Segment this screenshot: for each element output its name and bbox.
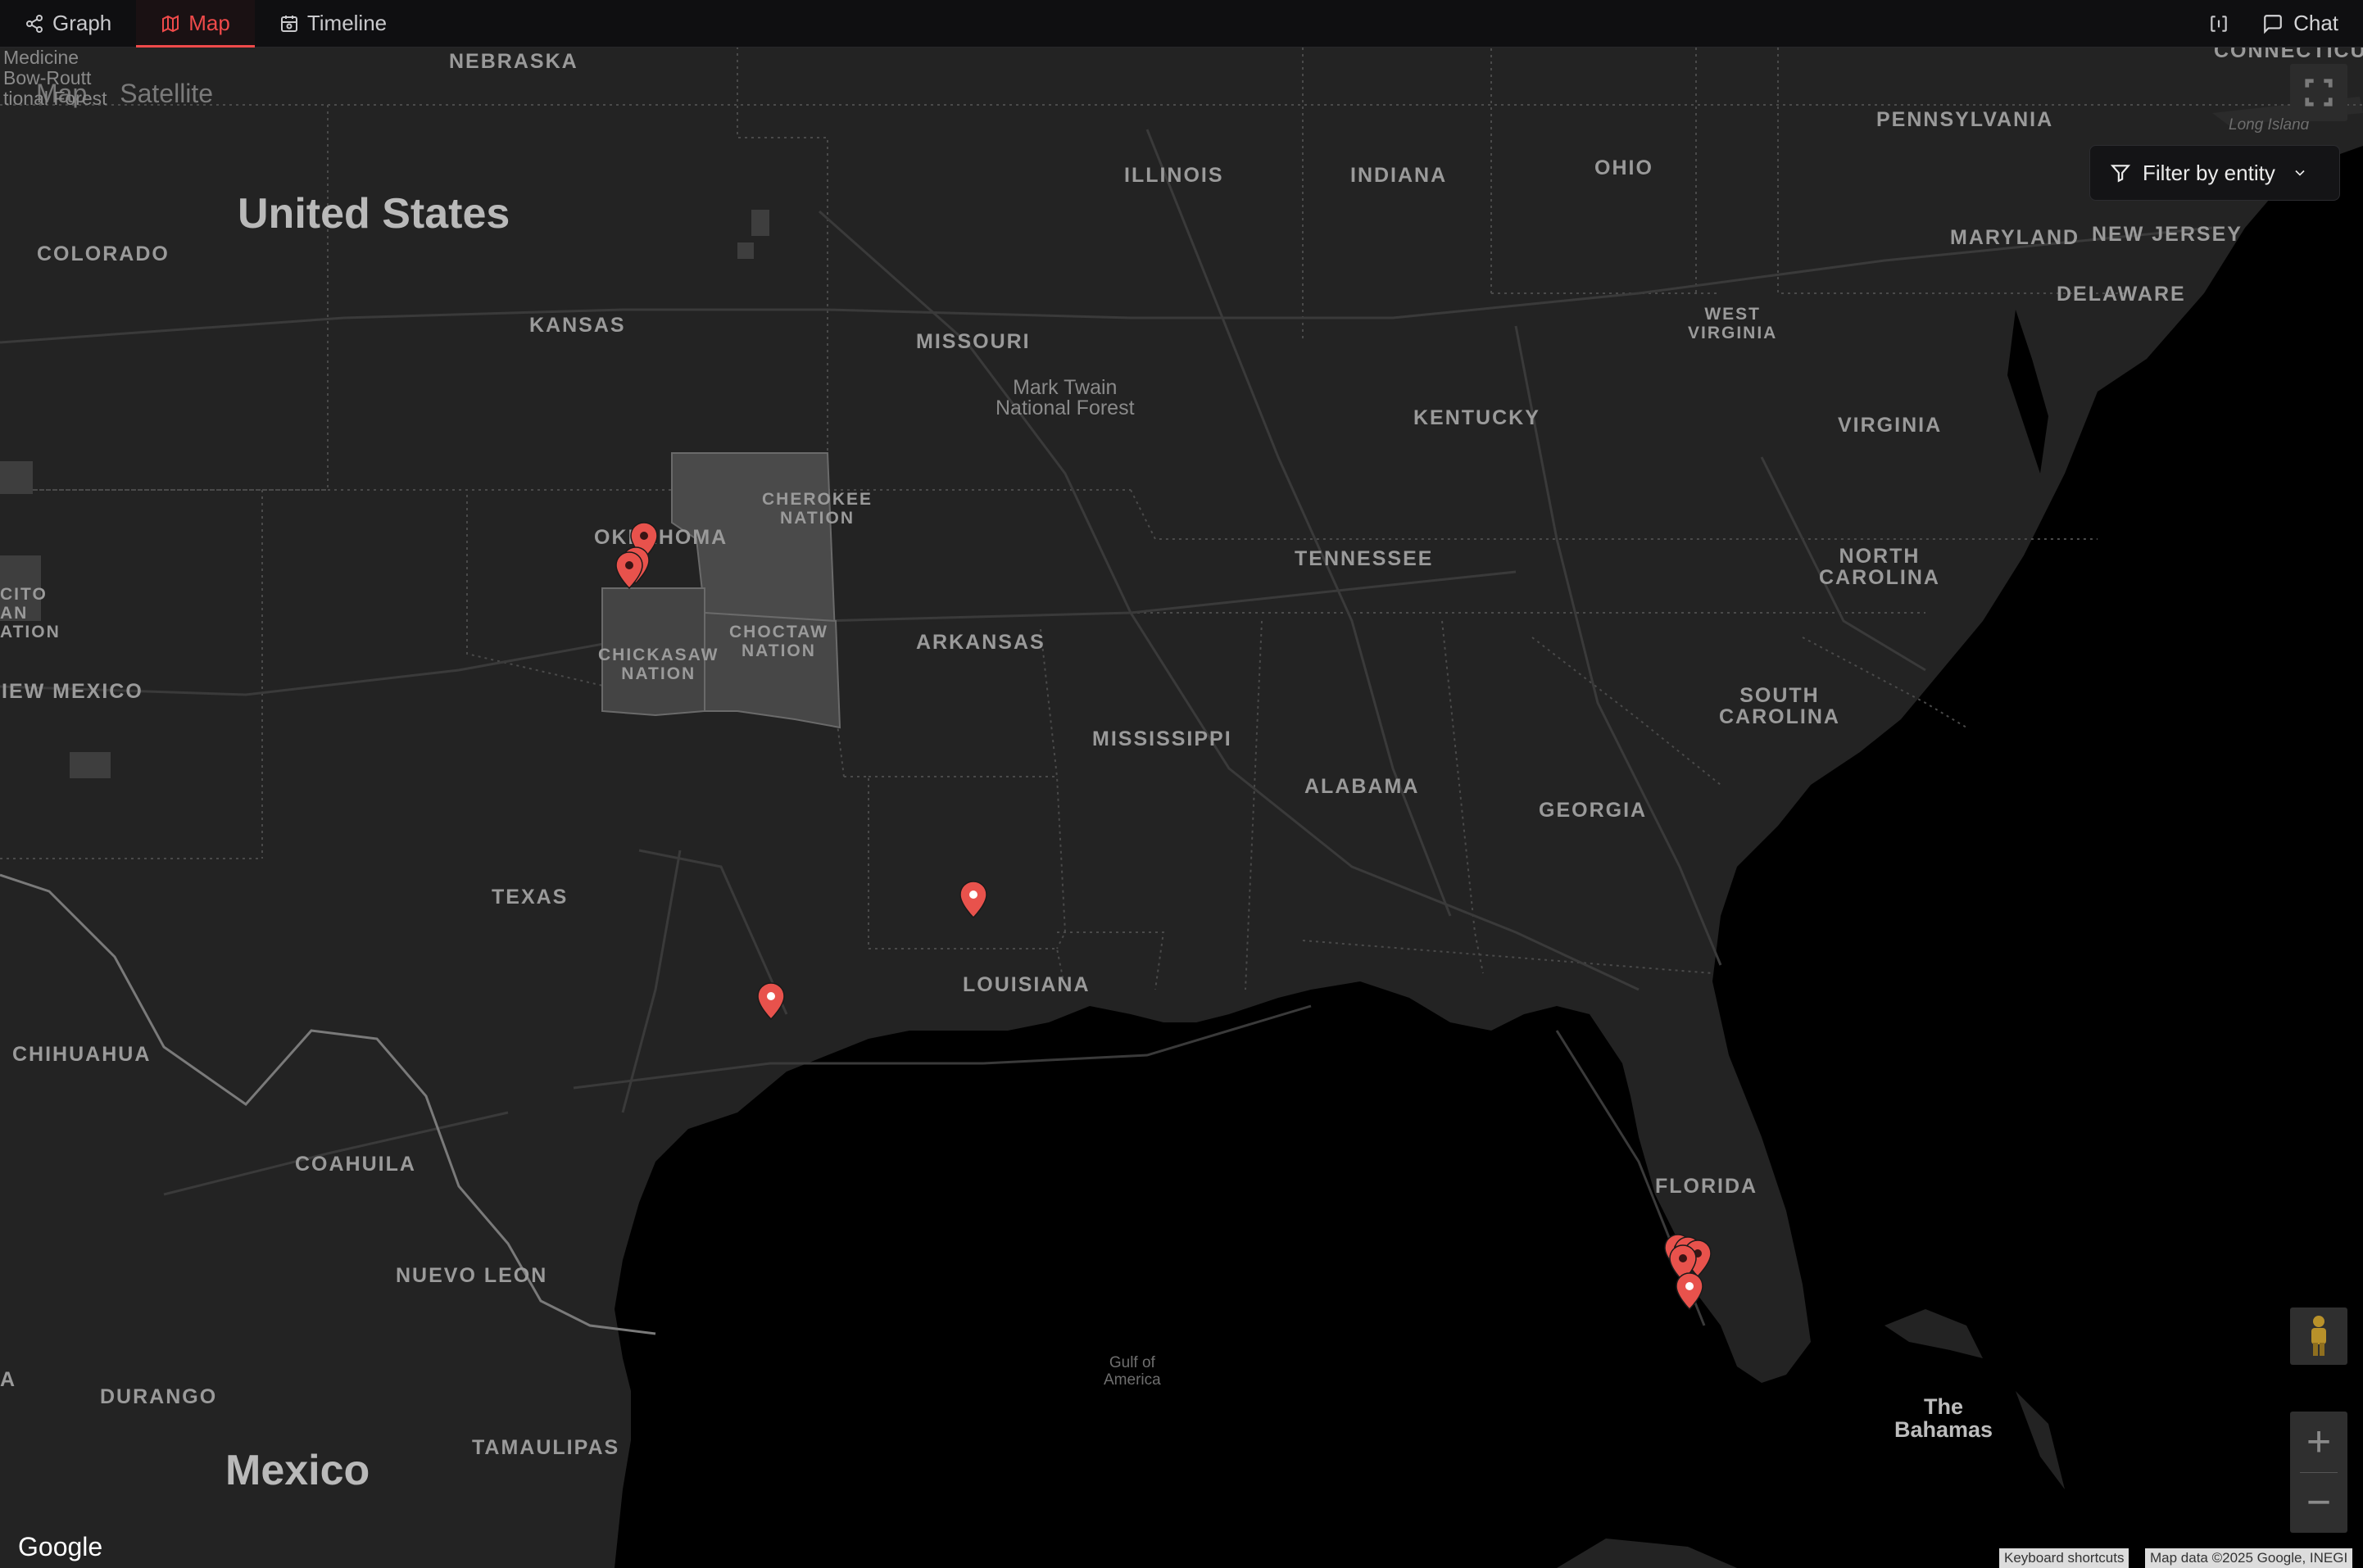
fullscreen-button[interactable]	[2290, 64, 2347, 121]
map-data-attribution: Map data ©2025 Google, INEGI	[2145, 1548, 2353, 1568]
map-pin-4[interactable]	[959, 880, 988, 919]
label-arkansas: ARKANSAS	[916, 631, 1045, 654]
label-tennessee: TENNESSEE	[1295, 547, 1434, 570]
map-canvas[interactable]: Map Satellite Medicine Bow-Routt tional …	[0, 48, 2363, 1568]
label-delaware: DELAWARE	[2057, 283, 2186, 306]
label-alabama: ALABAMA	[1304, 775, 1420, 798]
map-base-layer	[0, 48, 2363, 1568]
label-florida: FLORIDA	[1655, 1175, 1758, 1198]
label-kentucky: KENTUCKY	[1413, 406, 1540, 429]
filter-by-entity-button[interactable]: Filter by entity	[2089, 145, 2340, 201]
tab-timeline[interactable]: Timeline	[255, 0, 411, 48]
label-tamaulipas: TAMAULIPAS	[472, 1436, 620, 1459]
chevron-down-icon	[2295, 170, 2305, 176]
chat-label: Chat	[2293, 11, 2338, 35]
map-pin-5[interactable]	[756, 981, 786, 1021]
label-cherokee-nation: CHEROKEE NATION	[762, 490, 873, 528]
label-north-carolina: NORTH CAROLINA	[1819, 545, 1940, 589]
tab-graph[interactable]: Graph	[0, 0, 136, 48]
panel-toggle-icon	[2211, 15, 2227, 32]
label-texas: TEXAS	[492, 886, 569, 909]
tab-graph-label: Graph	[52, 11, 112, 35]
label-georgia: GEORGIA	[1539, 799, 1648, 822]
label-mexico: Mexico	[225, 1447, 370, 1494]
keyboard-shortcuts-link[interactable]: Keyboard shortcuts	[1999, 1548, 2129, 1568]
tab-timeline-label: Timeline	[306, 11, 388, 35]
label-colorado: COLORADO	[37, 242, 170, 265]
top-right-actions: Chat	[2190, 0, 2363, 48]
zoom-in-button[interactable]: +	[2290, 1412, 2347, 1472]
label-bahamas: The Bahamas	[1894, 1394, 1993, 1442]
zoom-control: + −	[2290, 1412, 2347, 1533]
label-durango: DURANGO	[100, 1385, 218, 1408]
label-pennsylvania: PENNSYLVANIA	[1876, 108, 2054, 131]
share-graph-icon	[26, 14, 43, 33]
label-medicine-bow: Medicine Bow-Routt tional Forest	[3, 48, 107, 109]
street-view-pegman[interactable]	[2290, 1307, 2347, 1365]
calendar-icon	[280, 15, 297, 32]
label-mississippi: MISSISSIPPI	[1092, 727, 1232, 750]
label-mark-twain: Mark Twain National Forest	[996, 376, 1135, 419]
label-maryland: MARYLAND	[1950, 226, 2080, 249]
label-chickasaw-nation: CHICKASAW NATION	[598, 646, 719, 683]
pegman-icon	[2311, 1316, 2326, 1356]
label-nuevo-leon: NUEVO LEON	[396, 1264, 548, 1287]
label-kansas: KANSAS	[529, 314, 626, 337]
label-new-mexico: IEW MEXICO	[2, 680, 143, 703]
label-a: A	[0, 1368, 17, 1391]
label-illinois: ILLINOIS	[1124, 164, 1224, 187]
label-nebraska: NEBRASKA	[449, 50, 578, 73]
label-connecticut: CONNECTICUT	[2214, 48, 2363, 62]
tab-map[interactable]: Map	[136, 0, 255, 48]
label-chihuahua: CHIHUAHUA	[12, 1043, 152, 1066]
top-bar: Graph Map Timeline Chat	[0, 0, 2363, 48]
label-louisiana: LOUISIANA	[963, 973, 1091, 996]
label-coahuila: COAHUILA	[295, 1153, 416, 1176]
label-west-virginia: WEST VIRGINIA	[1688, 305, 1778, 342]
map-pin-10[interactable]	[1675, 1271, 1704, 1311]
map-pin-3[interactable]	[615, 551, 644, 590]
label-south-carolina: SOUTH CAROLINA	[1719, 684, 1840, 728]
tab-map-label: Map	[188, 11, 230, 35]
label-cito-nation: CITO AN ATION	[0, 585, 61, 641]
filter-funnel-icon	[2110, 165, 2131, 183]
chat-button[interactable]: Chat	[2247, 0, 2363, 48]
label-missouri: MISSOURI	[916, 330, 1031, 353]
fullscreen-icon	[2305, 79, 2333, 106]
label-choctaw-nation: CHOCTAW NATION	[729, 623, 828, 660]
label-gulf-of-america: Gulf of America	[1104, 1354, 1161, 1389]
label-united-states: United States	[238, 190, 510, 238]
map-icon	[162, 14, 179, 33]
label-virginia: VIRGINIA	[1838, 414, 1943, 437]
panel-toggle-button[interactable]	[2190, 0, 2247, 48]
label-ohio: OHIO	[1594, 156, 1653, 179]
label-oklahoma: OKLAHOMA	[594, 526, 728, 549]
label-new-jersey: NEW JERSEY	[2092, 223, 2243, 246]
label-indiana: INDIANA	[1350, 164, 1448, 187]
google-logo: Google	[18, 1532, 103, 1561]
zoom-out-button[interactable]: −	[2290, 1472, 2347, 1533]
chat-bubble-icon	[2264, 14, 2282, 34]
filter-label: Filter by entity	[2143, 160, 2275, 185]
map-type-satellite[interactable]: Satellite	[120, 79, 213, 109]
